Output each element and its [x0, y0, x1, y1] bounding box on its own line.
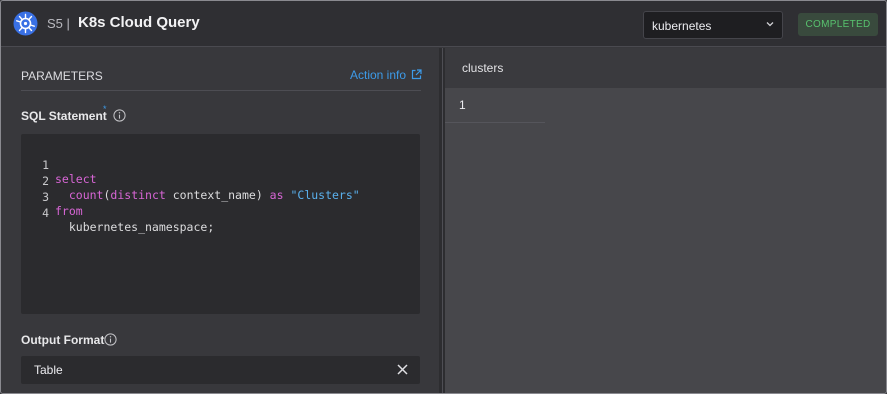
step-indicator: S5 |: [47, 16, 70, 31]
action-info-link[interactable]: Action info: [350, 68, 406, 82]
results-panel: clusters 1: [445, 48, 886, 393]
line-number: 4: [42, 206, 49, 220]
results-header: clusters: [445, 48, 886, 88]
connection-select-value: kubernetes: [652, 19, 712, 33]
parameters-heading: PARAMETERS: [21, 69, 103, 83]
required-marker: *: [103, 104, 107, 114]
status-badge: COMPLETED: [798, 13, 878, 36]
chevron-down-icon: [766, 22, 774, 27]
column-header[interactable]: clusters: [462, 61, 503, 75]
row-divider: [445, 122, 545, 123]
output-format-value: Table: [34, 363, 63, 377]
info-icon[interactable]: [104, 333, 117, 346]
parameters-panel: PARAMETERS Action info SQL Statement * 1…: [1, 48, 439, 393]
header-bar: S5 | K8s Cloud Query kubernetes COMPLETE…: [1, 1, 886, 47]
info-icon[interactable]: [113, 109, 126, 122]
code-line: 4 kubernetes_namespace;: [21, 192, 420, 234]
external-link-icon[interactable]: [411, 69, 422, 80]
splitter-handle[interactable]: [442, 48, 443, 393]
output-format-label: Output Format: [21, 333, 105, 347]
sql-statement-label: SQL Statement: [21, 109, 107, 123]
code-line: 2 count(distinct context_name) as "Clust…: [21, 160, 420, 202]
output-format-select[interactable]: Table: [21, 356, 420, 384]
divider: [21, 90, 421, 91]
code-line: 3 from: [21, 176, 420, 218]
code-text: kubernetes_namespace;: [55, 220, 214, 234]
sql-editor[interactable]: 1 select 2 count(distinct context_name) …: [21, 134, 420, 314]
code-line: 1 select: [21, 144, 420, 186]
app-window: S5 | K8s Cloud Query kubernetes COMPLETE…: [0, 0, 887, 394]
table-cell: 1: [459, 98, 466, 112]
page-title: K8s Cloud Query: [78, 14, 200, 31]
close-icon[interactable]: [397, 364, 408, 375]
connection-select[interactable]: kubernetes: [643, 11, 783, 39]
sql-text: kubernetes_namespace;: [55, 220, 215, 234]
kubernetes-helm-icon: [13, 11, 38, 36]
